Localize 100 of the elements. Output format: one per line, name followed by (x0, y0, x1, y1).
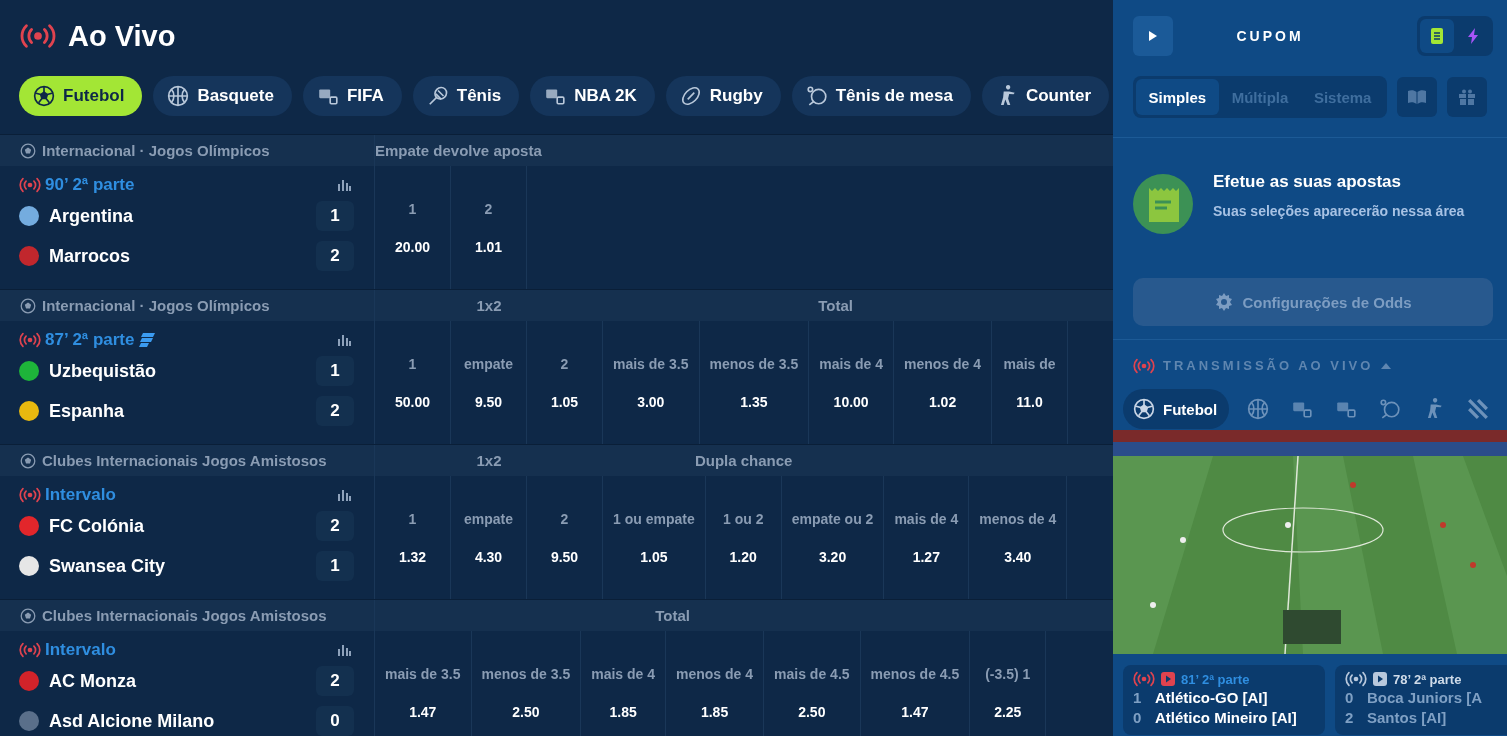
team-score: 0 (1133, 708, 1141, 726)
live-icon (19, 332, 41, 348)
league-name: Internacional · Jogos Olímpicos (42, 142, 270, 159)
market-title: Total (655, 607, 690, 624)
slash-logo-icon (1467, 398, 1490, 420)
team-name: AC Monza (49, 670, 136, 692)
basketball-icon (167, 85, 190, 107)
team-score: 2 (316, 396, 354, 426)
odds-button[interactable]: mais de 4.5 2.50 (764, 631, 861, 736)
stats-icon[interactable] (337, 643, 351, 657)
gift-button[interactable] (1447, 77, 1487, 117)
gear-icon (1214, 292, 1235, 312)
ping-pong-icon (1379, 398, 1402, 420)
odds-button[interactable]: mais de 4 1.85 (581, 631, 667, 736)
tennis-racket-icon (426, 85, 449, 107)
sport-filter[interactable]: Futebol (1123, 389, 1230, 429)
sport-tab[interactable]: NBA 2K (530, 76, 655, 116)
lightning-icon (1466, 27, 1480, 45)
match-card[interactable]: 78’ 2ª parte 0 Boca Juniors [A 2 Santos [AI] (1335, 665, 1507, 735)
team-score: 0 (1345, 688, 1353, 706)
receipt-icon (1133, 174, 1193, 234)
match-time: 90’ 2ª parte (45, 175, 135, 195)
odds-button[interactable]: (-3.5) 1 2.25 (970, 631, 1047, 736)
odds-button[interactable]: mais de 3.5 1.47 (375, 631, 472, 736)
rugby-ball-icon (679, 85, 702, 107)
play-icon (1161, 672, 1175, 686)
team-score: 0 (316, 706, 354, 736)
sport-tab[interactable]: Tênis de mesa (791, 76, 971, 116)
sport-tab[interactable]: Tênis (412, 76, 520, 116)
live-icon (1345, 671, 1367, 687)
team-name: Swansea City (49, 555, 166, 577)
ping-pong-icon (805, 85, 828, 107)
team-score: 1 (316, 551, 354, 581)
gift-icon (1458, 88, 1476, 106)
team-score: 1 (316, 356, 354, 386)
sport-tab[interactable]: Futebol (19, 76, 143, 116)
league-name: Clubes Internacionais Jogos Amistosos (42, 607, 327, 624)
sport-tab[interactable]: Basquete (153, 76, 292, 116)
match-time: 87’ 2ª parte (45, 330, 135, 350)
caret-icon[interactable] (1381, 362, 1392, 369)
odds-button[interactable]: menos de 3.5 2.50 (471, 631, 582, 736)
team-name: Atlético Mineiro [AI] (1155, 708, 1297, 726)
market-title: 1x2 (476, 452, 502, 469)
match-time: 81’ 2ª parte (1181, 671, 1250, 687)
team-name: FC Colónia (49, 515, 144, 537)
book-icon (1407, 89, 1427, 105)
team-score: 1 (1133, 688, 1141, 706)
match-time: Intervalo (45, 485, 116, 505)
odds-button[interactable]: menos de 4 1.85 (666, 631, 765, 736)
soccer-ball-icon (20, 452, 36, 469)
soccer-ball-icon (1133, 398, 1155, 420)
team-name: Uzbequistão (49, 360, 156, 382)
team-score: 2 (316, 511, 354, 541)
empty-title: Efetue as suas apostas (1213, 172, 1403, 192)
mode-button[interactable] (1420, 19, 1454, 53)
team-score: 2 (1345, 708, 1353, 726)
stats-icon[interactable] (337, 488, 351, 502)
section-title: TRANSMISSÃO AO VIVO (1163, 358, 1374, 373)
book-button[interactable] (1397, 77, 1437, 117)
soccer-ball-icon (20, 297, 36, 314)
play-icon (1373, 672, 1387, 686)
sport-tab[interactable]: Counter (981, 76, 1110, 116)
soccer-ball-icon (20, 607, 36, 624)
live-icon (19, 177, 41, 193)
list-icon (1430, 27, 1444, 45)
page-title: Ao Vivo (68, 19, 176, 53)
match-time: 78’ 2ª parte (1393, 671, 1462, 687)
stats-icon[interactable] (337, 178, 351, 192)
market-title: Dupla chance (694, 452, 793, 469)
odds-button[interactable]: menos de 4.5 1.47 (860, 631, 971, 736)
live-icon (19, 487, 41, 503)
coupon-title: CUPOM (1235, 28, 1305, 44)
live-icon (1133, 671, 1155, 687)
stats-icon[interactable] (337, 333, 351, 347)
league-name: Internacional · Jogos Olímpicos (42, 297, 270, 314)
market-title: Total (818, 297, 853, 314)
live-icon (1133, 357, 1155, 374)
team-name: Asd Alcione Milano (49, 710, 215, 732)
empty-message: Suas seleções aparecerão nessa área (1213, 202, 1465, 221)
match-card[interactable]: 81’ 2ª parte 1 Atlético-GO [AI] 0 Atlético Mineiro [AI] (1123, 665, 1325, 735)
team-name: Atlético-GO [AI] (1155, 688, 1268, 706)
live-icon (20, 23, 56, 49)
basketball-icon (1247, 398, 1270, 420)
market-title: 1x2 (476, 297, 502, 314)
team-name: Marrocos (49, 245, 131, 267)
team-name: Espanha (49, 400, 125, 422)
market-title: Empate devolve aposta (375, 142, 542, 159)
live-icon (19, 642, 41, 658)
stream-icon (138, 332, 157, 348)
team-score: 2 (316, 241, 354, 271)
sport-tab[interactable]: Rugby (665, 76, 781, 116)
sport-tab[interactable]: FIFA (302, 76, 402, 116)
bet-type-tab[interactable]: Simples (1136, 79, 1219, 115)
play-button[interactable] (1133, 16, 1173, 56)
match-time: Intervalo (45, 640, 116, 660)
soccer-ball-icon (20, 142, 36, 159)
team-name: Argentina (49, 205, 133, 227)
team-name: Santos [AI] (1367, 708, 1447, 726)
team-name: Boca Juniors [A (1367, 688, 1483, 706)
play-icon (1148, 30, 1158, 42)
